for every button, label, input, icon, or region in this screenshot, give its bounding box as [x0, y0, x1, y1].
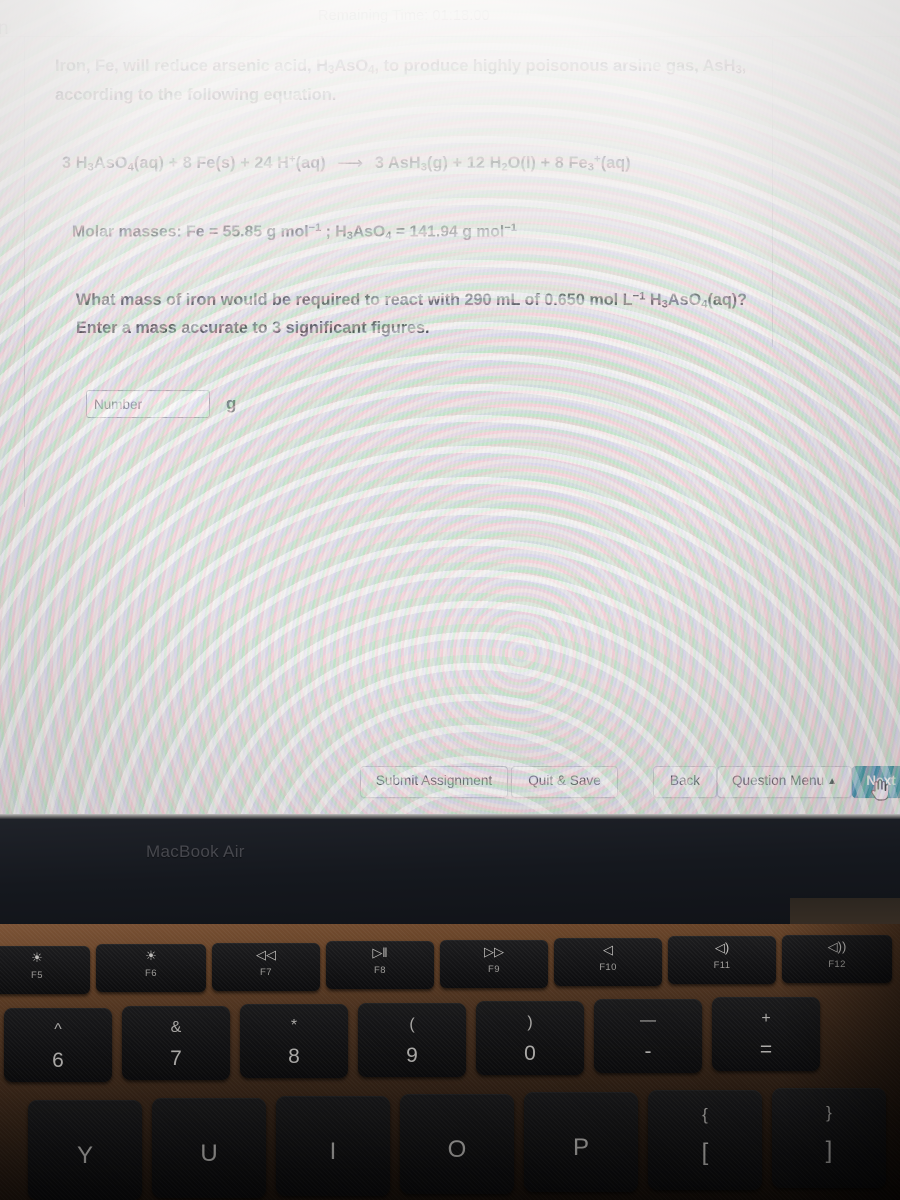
key-lower-symbol: U	[200, 1140, 218, 1167]
key-f11[interactable]: ◁) F11	[668, 936, 776, 985]
key-upper-symbol: }	[826, 1103, 832, 1122]
macbook-air-model-label: MacBook Air	[146, 842, 245, 861]
key-label-f6: F6	[145, 968, 157, 980]
key-lower-symbol: P	[572, 1134, 589, 1161]
key-f10[interactable]: ◁ F10	[554, 938, 662, 986]
submit-assignment-button[interactable]: Submit Assignment	[360, 766, 508, 798]
answer-number-input[interactable]	[86, 390, 210, 418]
key-glyph-f10: ◁	[603, 942, 613, 957]
key-8[interactable]: * 8	[240, 1004, 348, 1079]
key-upper-symbol: —	[640, 1012, 656, 1029]
question-prompt: What mass of iron would be required to r…	[76, 287, 836, 343]
key-f8[interactable]: ▷‖ F8	[326, 941, 434, 990]
key-glyph-f5: ☀	[31, 950, 43, 965]
question-prompt-line-1: What mass of iron would be required to r…	[76, 290, 748, 311]
key-f6[interactable]: ☀ F6	[96, 944, 206, 993]
question-menu-button[interactable]: Question Menu ▲	[717, 766, 852, 798]
key-f7[interactable]: ◁◁ F7	[212, 942, 320, 991]
intro-text-a: Iron, Fe, will reduce arsenic acid, H	[55, 56, 328, 75]
assignment-button-bar: Submit Assignment Quit & Save Back Quest…	[0, 762, 900, 806]
key-][interactable]: }]	[772, 1088, 886, 1188]
intro-text-c: AsO	[334, 56, 369, 75]
intro-line-2: according to the following equation.	[55, 84, 337, 104]
molar-masses-line: Molar masses: Fe = 55.85 g mol−1 ; H3AsO…	[72, 222, 517, 242]
key-glyph-f12: ◁))	[827, 938, 847, 954]
key-lower-symbol: 9	[406, 1043, 418, 1067]
remaining-time-text: Remaining Time: 01:18:00	[318, 8, 490, 24]
answer-unit-label: g	[226, 394, 237, 413]
key-lower-symbol: Y	[76, 1142, 93, 1169]
key-lower-symbol: 7	[170, 1047, 182, 1071]
intro-text-e: , to produce highly poisonous arsine gas…	[374, 56, 736, 75]
key-f9[interactable]: ▷▷ F9	[440, 939, 548, 988]
key-7[interactable]: & 7	[122, 1006, 230, 1081]
key-y[interactable]: Y	[28, 1100, 142, 1200]
key-u[interactable]: U	[152, 1098, 266, 1198]
key-label-f8: F8	[374, 965, 386, 977]
key-lower-symbol: =	[759, 1038, 773, 1062]
question-intro-paragraph: Iron, Fe, will reduce arsenic acid, H3As…	[55, 52, 825, 110]
key-glyph-f6: ☀	[145, 948, 157, 964]
key-o[interactable]: O	[400, 1094, 514, 1194]
key-i[interactable]: I	[276, 1096, 390, 1196]
laptop-lid-bottom-bezel	[0, 814, 900, 934]
key-9[interactable]: (9	[358, 1002, 466, 1077]
remaining-time-bar: Remaining Time: 01:18:00	[0, 0, 900, 38]
key-lower-symbol: 8	[288, 1045, 300, 1069]
key-p[interactable]: P	[524, 1092, 638, 1192]
intro-text-g: ,	[741, 56, 747, 75]
key-lower-symbol: ]	[825, 1137, 833, 1164]
key--[interactable]: — -	[594, 999, 702, 1073]
key-lower-symbol: [	[701, 1139, 709, 1166]
key-upper-symbol: *	[290, 1017, 298, 1035]
back-button[interactable]: Back	[653, 766, 717, 798]
key-lower-symbol: I	[329, 1138, 337, 1165]
question-prompt-line-2: Enter a mass accurate to 3 significant f…	[76, 318, 430, 337]
key-label-f10: F10	[599, 962, 617, 973]
key-upper-symbol: ^	[54, 1021, 62, 1038]
left-column-rule	[24, 37, 25, 507]
key-6[interactable]: ^ 6	[4, 1008, 112, 1082]
quit-and-save-button[interactable]: Quit & Save	[511, 766, 618, 798]
key-f12[interactable]: ◁)) F12	[782, 934, 892, 983]
key-glyph-f9: ▷▷	[484, 943, 504, 959]
question-menu-label: Question Menu	[731, 773, 825, 788]
balanced-chemical-equation: 3 H3AsO4(aq) + 8 Fe(s) + 24 H+(aq) ⟶ 3 A…	[62, 153, 631, 174]
key-0[interactable]: ) 0	[476, 1000, 584, 1075]
chevron-up-icon: ▲	[827, 776, 838, 787]
key-f5[interactable]: ☀ F5	[0, 946, 90, 994]
key-upper-symbol: +	[761, 1010, 771, 1028]
laptop-screen: n Remaining Time: 01:18:00 Iron, Fe, wil…	[0, 0, 900, 822]
key-glyph-f7: ◁◁	[256, 946, 276, 962]
header-divider	[0, 36, 900, 37]
key-label-f12: F12	[828, 958, 846, 970]
key-lower-symbol: 0	[524, 1041, 536, 1065]
key-lower-symbol: O	[447, 1136, 467, 1163]
key-label-f11: F11	[713, 960, 731, 972]
key-glyph-f11: ◁)	[714, 940, 730, 956]
key-=[interactable]: + =	[712, 997, 820, 1072]
key-label-f7: F7	[260, 966, 272, 978]
next-button[interactable]: Next	[852, 766, 900, 798]
key-lower-symbol: 6	[52, 1049, 64, 1072]
photograph-of-laptop-screen: n Remaining Time: 01:18:00 Iron, Fe, wil…	[0, 0, 900, 1200]
key-glyph-f8: ▷‖	[372, 945, 388, 961]
key-upper-symbol: (	[409, 1015, 415, 1033]
keyboard-deck: ☀ F5 ☀ F6 ◁◁ F7 ▷‖ F8 ▷▷ F9 ◁ F10 ◁) F11 ◁)) F12 ^ 6 & 7 * 8…	[0, 924, 900, 1200]
key-label-f5: F5	[31, 970, 43, 981]
key-upper-symbol: {	[702, 1105, 708, 1124]
key-upper-symbol: )	[527, 1013, 533, 1031]
key-label-f9: F9	[488, 963, 500, 975]
key-lower-symbol: -	[644, 1040, 652, 1063]
key-[[interactable]: {[	[648, 1090, 762, 1190]
answer-entry-row: g	[86, 390, 236, 418]
key-upper-symbol: &	[170, 1019, 182, 1037]
